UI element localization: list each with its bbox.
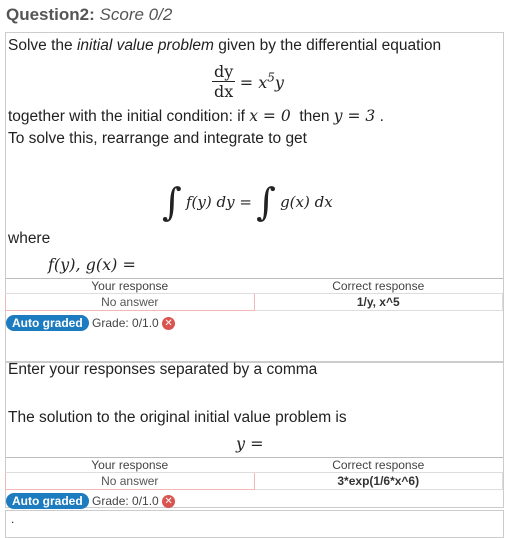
initial-condition: together with the initial condition: if … bbox=[8, 107, 384, 125]
correct-response-header: Correct response bbox=[254, 278, 503, 294]
question-score: Score 0/2 bbox=[99, 5, 173, 24]
correct-response-value: 3*exp(1/6*x^6) bbox=[253, 472, 503, 490]
integral-sign-left: ∫ bbox=[162, 180, 182, 224]
your-response-value: No answer bbox=[5, 472, 255, 490]
instruction-text: Enter your responses separated by a comm… bbox=[8, 361, 318, 378]
auto-graded-badge: Auto graded bbox=[6, 493, 89, 509]
incorrect-icon: ✕ bbox=[162, 495, 176, 509]
ivp-emphasis: initial value problem bbox=[76, 37, 214, 54]
differential-equation: dy dx = x5y bbox=[212, 62, 284, 101]
fg-answer-label: f(y), g(x) = bbox=[48, 255, 136, 274]
your-response-value: No answer bbox=[5, 293, 255, 311]
response-table-1: Your response Correct response No answer… bbox=[5, 278, 503, 311]
rearrange-text: To solve this, rearrange and integrate t… bbox=[8, 130, 307, 147]
auto-graded-badge: Auto graded bbox=[6, 315, 89, 331]
footer-dot: . bbox=[11, 512, 15, 526]
grade-row-1: Auto graded Grade: 0/1.0 ✕ bbox=[6, 315, 176, 331]
question-number: Question2: bbox=[6, 5, 95, 24]
integral-sign-right: ∫ bbox=[256, 180, 276, 224]
grade-row-2: Auto graded Grade: 0/1.0 ✕ bbox=[6, 493, 176, 509]
response-table-2: Your response Correct response No answer… bbox=[5, 457, 503, 490]
incorrect-icon: ✕ bbox=[162, 317, 176, 331]
integral-equation: ∫ f(y) dy = ∫ g(x) dx bbox=[162, 180, 333, 224]
y-equals-label: y = bbox=[236, 434, 264, 453]
correct-response-header: Correct response bbox=[254, 457, 503, 473]
equation-rhs: = x5y bbox=[239, 70, 284, 93]
where-text: where bbox=[8, 230, 51, 247]
footer-box bbox=[5, 510, 504, 538]
solution-text: The solution to the original initial val… bbox=[8, 409, 347, 426]
grade-text: Grade: 0/1.0 bbox=[92, 316, 159, 330]
correct-response-value: 1/y, x^5 bbox=[253, 293, 503, 311]
question-title: Question2: Score 0/2 bbox=[6, 5, 172, 25]
derivative-fraction: dy dx bbox=[212, 62, 236, 101]
your-response-header: Your response bbox=[5, 278, 254, 294]
your-response-header: Your response bbox=[5, 457, 254, 473]
grade-text: Grade: 0/1.0 bbox=[92, 494, 159, 508]
problem-statement: Solve the initial value problem given by… bbox=[8, 37, 442, 54]
